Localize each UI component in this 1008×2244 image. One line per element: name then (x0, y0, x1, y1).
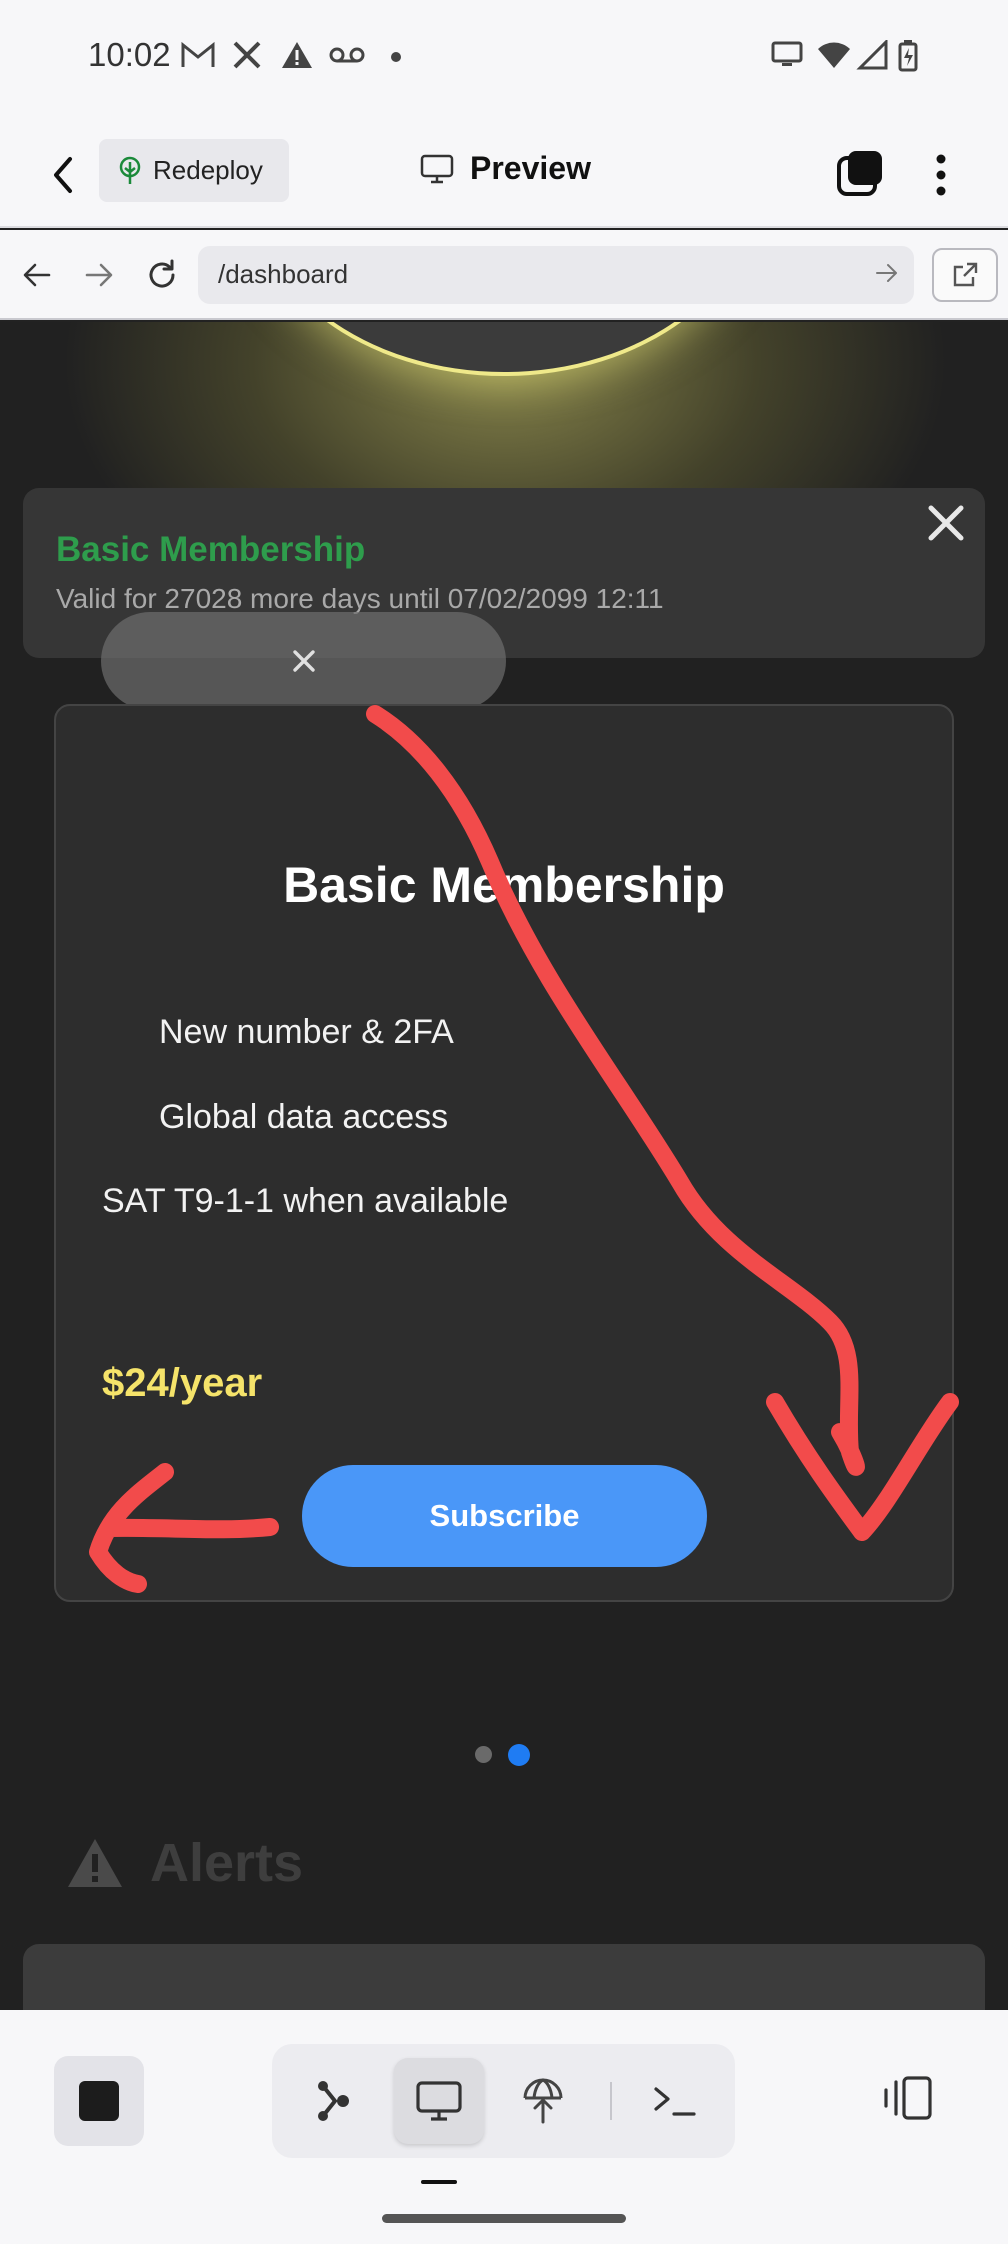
status-bar: 10:02 (0, 0, 1008, 115)
arrow-right-icon (85, 263, 113, 287)
cast-icon (770, 40, 804, 75)
banner-subtitle: Valid for 27028 more days until 07/02/20… (56, 583, 664, 614)
layout-icon (884, 2076, 932, 2120)
arrow-left-icon (23, 263, 51, 287)
chevron-left-icon (54, 157, 72, 193)
battery-charging-icon (898, 40, 918, 77)
subscribe-button[interactable]: Subscribe (302, 1465, 707, 1567)
plan-feature: SAT T9-1-1 when available (102, 1182, 509, 1220)
terminal-icon (654, 2087, 696, 2116)
plan-feature: Global data access (159, 1098, 449, 1136)
preview-view-button[interactable] (394, 2058, 484, 2144)
alerts-card (23, 1944, 985, 2012)
redeploy-label: Redeploy (153, 155, 263, 185)
url-field[interactable]: /dashboard (198, 246, 914, 304)
browser-forward-button[interactable] (76, 252, 122, 298)
external-link-icon (953, 262, 978, 287)
stop-icon (79, 2081, 119, 2121)
gmail-icon (180, 40, 216, 75)
preview-label: Preview (470, 150, 591, 186)
browser-bar: /dashboard (0, 230, 1008, 320)
graph-view-button[interactable] (288, 2058, 378, 2144)
deploy-view-button[interactable] (498, 2058, 588, 2144)
dot-icon (390, 50, 402, 68)
tabs-button[interactable] (836, 148, 886, 198)
carousel-dot-active[interactable] (508, 1744, 530, 1766)
active-tab-indicator (421, 2180, 457, 2184)
carousel-dots (475, 1744, 530, 1766)
redeploy-button[interactable]: Redeploy (99, 139, 289, 202)
carousel-dot[interactable] (475, 1746, 492, 1763)
alert-icon (280, 40, 314, 75)
url-text: /dashboard (218, 259, 349, 289)
status-time: 10:02 (88, 36, 171, 73)
more-options-button[interactable] (924, 149, 958, 201)
reload-button[interactable] (139, 252, 185, 298)
close-icon (292, 650, 315, 672)
deploy-icon (523, 2078, 563, 2124)
home-indicator[interactable] (382, 2214, 626, 2223)
tabs-icon (837, 151, 882, 196)
back-button[interactable] (44, 153, 84, 197)
monitor-icon (420, 154, 454, 183)
signal-icon (856, 38, 888, 75)
page-content: Basic Membership Valid for 27028 more da… (0, 322, 1008, 2012)
plan-title: Basic Membership (283, 857, 725, 913)
layout-toggle-button[interactable] (880, 2070, 936, 2126)
go-icon[interactable] (874, 260, 900, 291)
bottom-toolbar (0, 2010, 1008, 2244)
browser-back-button[interactable] (14, 252, 60, 298)
wifi-icon (816, 40, 852, 75)
popup-close-pill[interactable] (101, 612, 506, 710)
open-external-button[interactable] (932, 248, 998, 302)
alerts-heading: Alerts (66, 1832, 303, 1894)
preview-title: Preview (420, 150, 591, 187)
tree-icon (119, 156, 141, 184)
alerts-title: Alerts (150, 1833, 304, 1893)
desktop-icon (416, 2081, 462, 2121)
reload-icon (149, 259, 175, 288)
graph-icon (318, 2081, 349, 2121)
close-icon (928, 505, 964, 541)
voicemail-icon (328, 40, 366, 75)
more-vertical-icon (936, 154, 946, 196)
plan-card: Basic Membership New number & 2FA Global… (54, 704, 954, 1602)
app-header: Redeploy Preview (0, 115, 1008, 228)
banner-title: Basic Membership (56, 530, 366, 569)
banner-close-button[interactable] (921, 498, 971, 548)
view-switcher (272, 2044, 735, 2158)
plan-feature: New number & 2FA (159, 1013, 454, 1051)
x-icon (232, 40, 262, 75)
terminal-view-button[interactable] (630, 2058, 720, 2144)
toolbar-divider (610, 2082, 612, 2120)
stop-button[interactable] (54, 2056, 144, 2146)
plan-price: $24/year (102, 1361, 263, 1405)
warning-icon (68, 1839, 122, 1887)
